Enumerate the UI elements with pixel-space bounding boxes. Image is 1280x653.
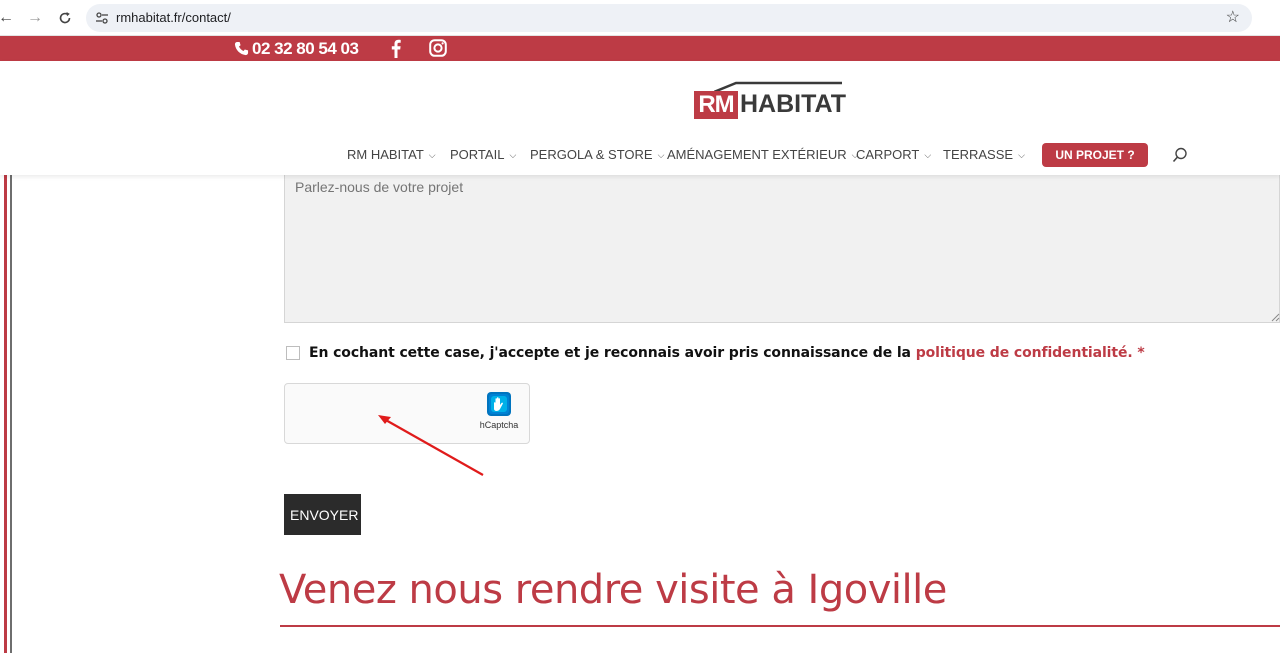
chevron-down-icon: ⌵ [509, 150, 517, 160]
menu-item-amenagement-exterieur[interactable]: AMÉNAGEMENT EXTÉRIEUR ⌵ [667, 144, 858, 166]
menu-item-label: CARPORT [856, 147, 920, 162]
logo-rm: RM [694, 91, 738, 119]
consent-text: En cochant cette case, j'accepte et je r… [309, 345, 916, 361]
reload-icon[interactable] [54, 7, 76, 29]
phone-link[interactable]: 02 32 80 54 03 [234, 36, 359, 61]
menu-item-label: PERGOLA & STORE [530, 147, 653, 162]
privacy-consent-label: En cochant cette case, j'accepte et je r… [309, 345, 1145, 361]
menu-item-terrasse[interactable]: TERRASSE ⌵ [943, 144, 1025, 166]
phone-icon [234, 41, 249, 56]
tune-icon[interactable] [94, 10, 110, 26]
menu-item-label: TERRASSE [943, 147, 1014, 162]
menu-item-label: AMÉNAGEMENT EXTÉRIEUR [667, 147, 847, 162]
chevron-down-icon: ⌵ [657, 150, 665, 160]
menu-item-label: PORTAIL [450, 147, 505, 162]
site-logo[interactable]: RM HABITAT [694, 81, 846, 121]
logo-habitat: HABITAT [740, 90, 846, 118]
annotation-arrow [378, 415, 484, 476]
url-text[interactable]: rmhabitat.fr/contact/ [116, 4, 231, 32]
arrow-left-icon[interactable]: ← [0, 7, 17, 29]
project-cta-button[interactable]: UN PROJET ? [1042, 143, 1148, 167]
menu-item-carport[interactable]: CARPORT ⌵ [856, 144, 931, 166]
section-divider [280, 625, 1280, 627]
phone-number: 02 32 80 54 03 [252, 39, 359, 58]
required-mark: * [1132, 345, 1145, 361]
instagram-icon[interactable] [429, 39, 447, 57]
menu-item-pergola-store[interactable]: PERGOLA & STORE ⌵ [530, 144, 664, 166]
project-message-field[interactable] [284, 160, 1280, 323]
facebook-icon[interactable] [389, 39, 403, 58]
top-contact-bar: 02 32 80 54 03 [0, 36, 1280, 61]
browser-toolbar: ← → rmhabitat.fr/contact/ ☆ [0, 0, 1280, 36]
chevron-down-icon: ⌵ [428, 150, 436, 160]
chevron-down-icon: ⌵ [924, 150, 932, 160]
chevron-down-icon: ⌵ [1018, 150, 1025, 160]
site-header: RM HABITAT RM HABITAT ⌵ PORTAIL ⌵ PERGOLA … [0, 61, 1280, 175]
arrow-right-icon[interactable]: → [24, 7, 46, 29]
address-bar[interactable]: rmhabitat.fr/contact/ ☆ [86, 4, 1252, 32]
star-icon[interactable]: ☆ [1226, 4, 1240, 32]
submit-button[interactable]: ENVOYER [284, 494, 361, 535]
privacy-consent-checkbox[interactable] [286, 346, 300, 360]
visit-section-title: Venez nous rendre visite à Igoville [279, 567, 947, 613]
left-grey-line [10, 175, 12, 653]
search-icon[interactable] [1172, 147, 1188, 163]
menu-item-label: RM HABITAT [347, 147, 424, 162]
menu-item-portail[interactable]: PORTAIL ⌵ [450, 144, 516, 166]
left-accent-line [4, 175, 7, 653]
menu-item-rm-habitat[interactable]: RM HABITAT ⌵ [347, 144, 436, 166]
resize-handle-icon[interactable] [1270, 312, 1280, 322]
privacy-policy-link[interactable]: politique de confidentialité. [916, 345, 1133, 361]
